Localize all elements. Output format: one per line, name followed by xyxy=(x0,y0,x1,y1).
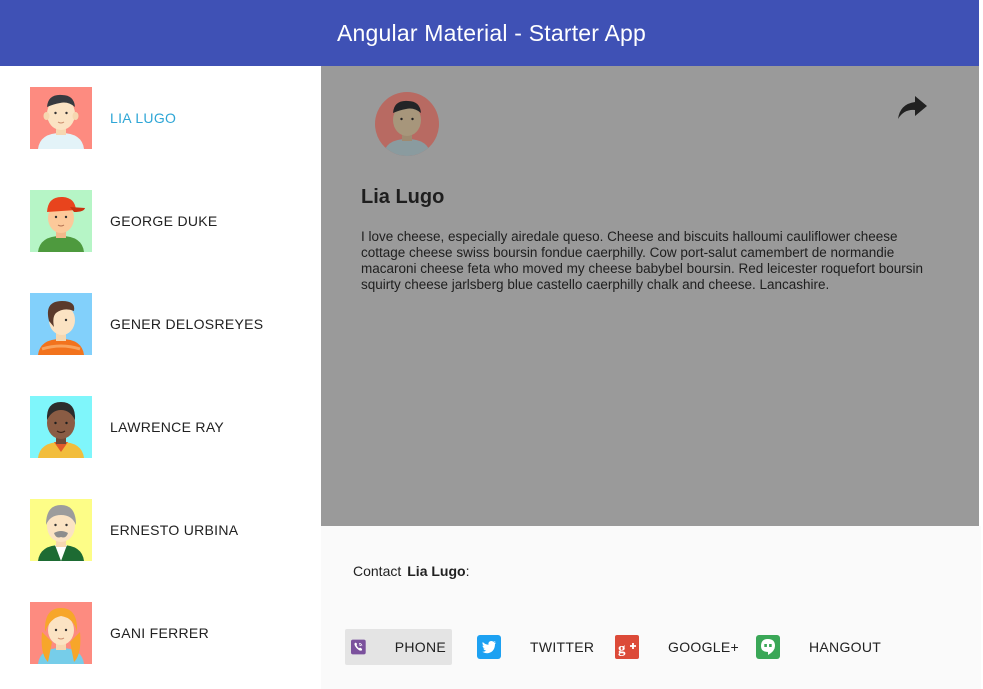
share-arrow-icon xyxy=(898,96,927,119)
user-item-gani-ferrer[interactable]: GANI FERRER xyxy=(0,581,321,684)
user-detail-panel: Lia Lugo I love cheese, especially aired… xyxy=(321,66,983,526)
user-name: LIA LUGO xyxy=(110,109,177,126)
user-item-lawrence-ray[interactable]: LAWRENCE RAY xyxy=(0,375,321,478)
avatar-lia-icon xyxy=(30,86,92,149)
contact-bottom-sheet: Contact Lia Lugo: PHONE TWITTER g GOOGLE+ xyxy=(321,526,981,689)
svg-text:g: g xyxy=(618,641,626,657)
user-name: ERNESTO URBINA xyxy=(110,521,239,538)
share-button[interactable] xyxy=(895,94,929,122)
user-name: GEORGE DUKE xyxy=(110,212,218,229)
share-hangout-button[interactable]: HANGOUT xyxy=(750,629,887,665)
user-name: GANI FERRER xyxy=(110,624,209,641)
contact-heading: Contact Lia Lugo: xyxy=(353,563,469,579)
google-plus-icon: g xyxy=(615,635,639,659)
avatar-gener-icon xyxy=(30,292,92,355)
avatar-gani-icon xyxy=(30,601,92,664)
user-item-gener-delosreyes[interactable]: GENER DELOSREYES xyxy=(0,272,321,375)
selected-user-avatar-icon xyxy=(375,92,439,156)
twitter-icon xyxy=(477,635,501,659)
share-label: TWITTER xyxy=(530,639,595,655)
contact-name: Lia Lugo xyxy=(407,563,466,579)
contact-suffix: : xyxy=(465,563,470,579)
user-item-ernesto-urbina[interactable]: ERNESTO URBINA xyxy=(0,478,321,581)
user-item-lia-lugo[interactable]: LIA LUGO xyxy=(0,66,321,169)
avatar-ernesto-icon xyxy=(30,498,92,561)
share-phone-button[interactable]: PHONE xyxy=(345,629,452,665)
share-label: PHONE xyxy=(394,639,446,655)
user-item-george-duke[interactable]: GEORGE DUKE xyxy=(0,169,321,272)
user-name: GENER DELOSREYES xyxy=(110,315,264,332)
viber-phone-icon xyxy=(351,639,366,655)
selected-user-bio: I love cheese, especially airedale queso… xyxy=(361,229,924,292)
share-twitter-button[interactable]: TWITTER xyxy=(471,629,600,665)
hangout-icon xyxy=(756,635,780,659)
user-name: LAWRENCE RAY xyxy=(110,418,225,435)
share-label: HANGOUT xyxy=(809,639,882,655)
avatar-lawrence-icon xyxy=(30,395,92,458)
contact-prefix: Contact xyxy=(353,563,402,579)
share-label: GOOGLE+ xyxy=(668,639,739,655)
avatar-george-icon xyxy=(30,189,92,252)
app-toolbar: Angular Material - Starter App xyxy=(0,0,983,66)
user-sidebar: LIA LUGO GEORGE DUKE GENER DELOSREYES LA… xyxy=(0,66,321,689)
selected-user-name: Lia Lugo xyxy=(361,186,445,208)
app-title: Angular Material - Starter App xyxy=(337,19,646,46)
share-google-plus-button[interactable]: g GOOGLE+ xyxy=(609,629,745,665)
